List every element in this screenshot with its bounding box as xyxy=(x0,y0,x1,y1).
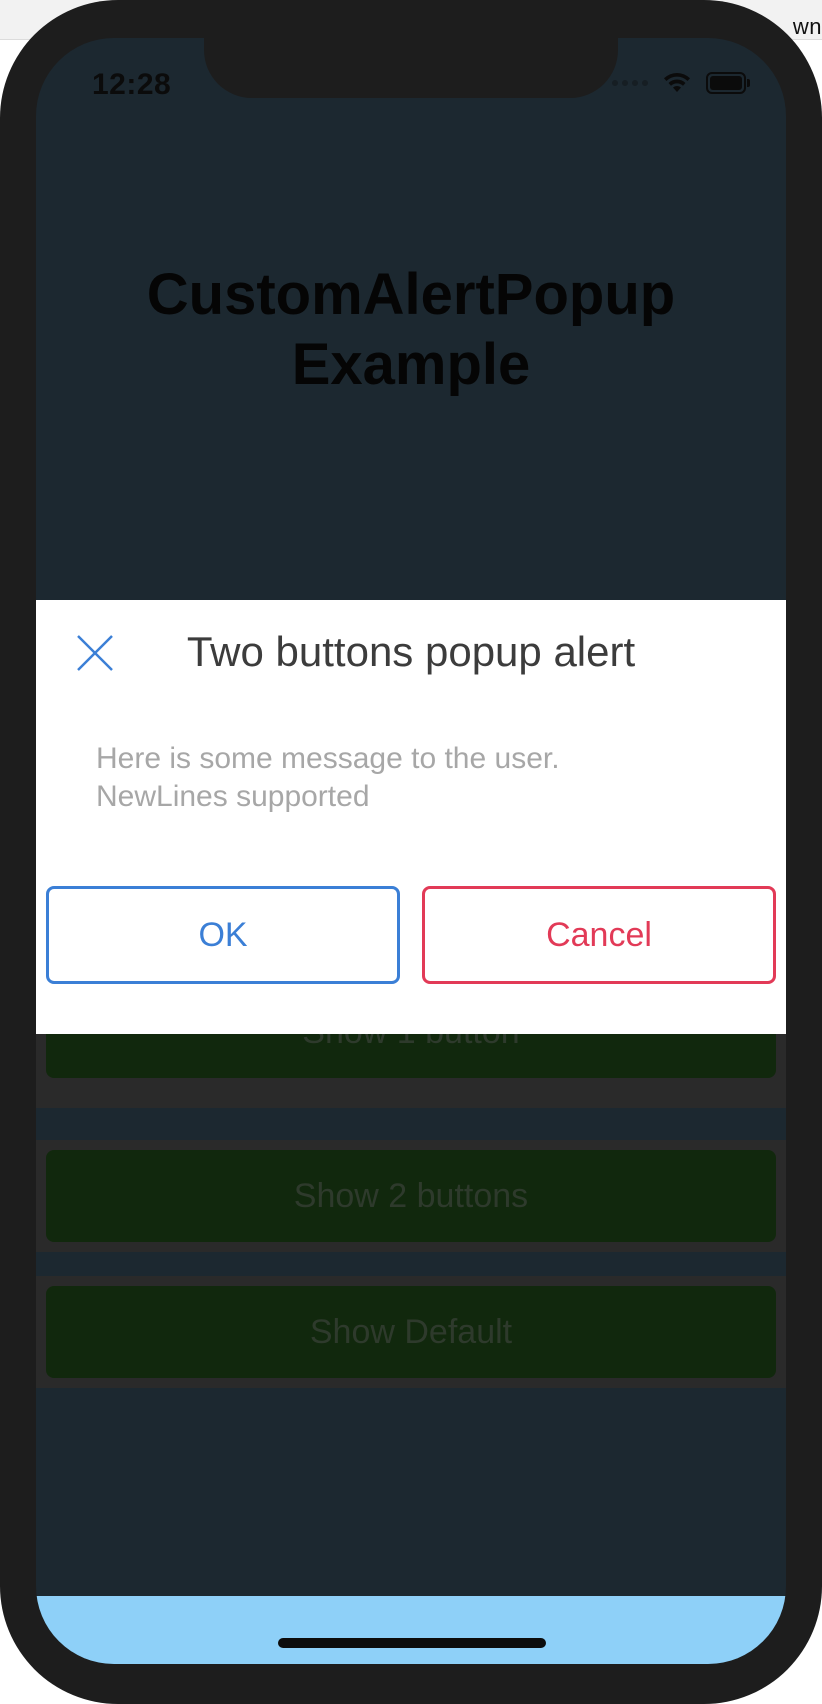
alert-popup: Two buttons popup alert Here is some mes… xyxy=(36,600,786,1034)
wifi-icon xyxy=(662,72,692,94)
show-two-buttons-row: Show 2 buttons xyxy=(36,1140,786,1252)
status-indicators xyxy=(612,72,750,94)
popup-message-line2: NewLines supported xyxy=(96,780,370,813)
cellular-signal-icon xyxy=(612,80,648,86)
show-default-button[interactable]: Show Default xyxy=(46,1286,776,1378)
ok-button[interactable]: OK xyxy=(46,886,400,984)
popup-message-line1: Here is some message to the user. xyxy=(96,742,560,775)
show-two-buttons-button[interactable]: Show 2 buttons xyxy=(46,1150,776,1242)
show-default-row: Show Default xyxy=(36,1276,786,1388)
home-indicator-area xyxy=(36,1596,786,1664)
status-time: 12:28 xyxy=(92,68,172,101)
phone-screen: 12:28 CustomAlertPopup Example Show 2 bu… xyxy=(36,38,786,1664)
battery-icon xyxy=(706,72,750,94)
home-indicator[interactable] xyxy=(278,1638,546,1648)
page-title-line1: CustomAlertPopup xyxy=(146,262,676,327)
background-window-text: wn xyxy=(792,14,822,39)
popup-title: Two buttons popup alert xyxy=(186,628,636,675)
page-title-line2: Example xyxy=(291,332,531,397)
page-title: CustomAlertPopup Example xyxy=(36,260,786,400)
cancel-button[interactable]: Cancel xyxy=(422,886,776,984)
popup-message: Here is some message to the user. NewLin… xyxy=(96,740,736,816)
phone-frame: 12:28 CustomAlertPopup Example Show 2 bu… xyxy=(0,0,822,1704)
phone-notch xyxy=(204,34,618,98)
